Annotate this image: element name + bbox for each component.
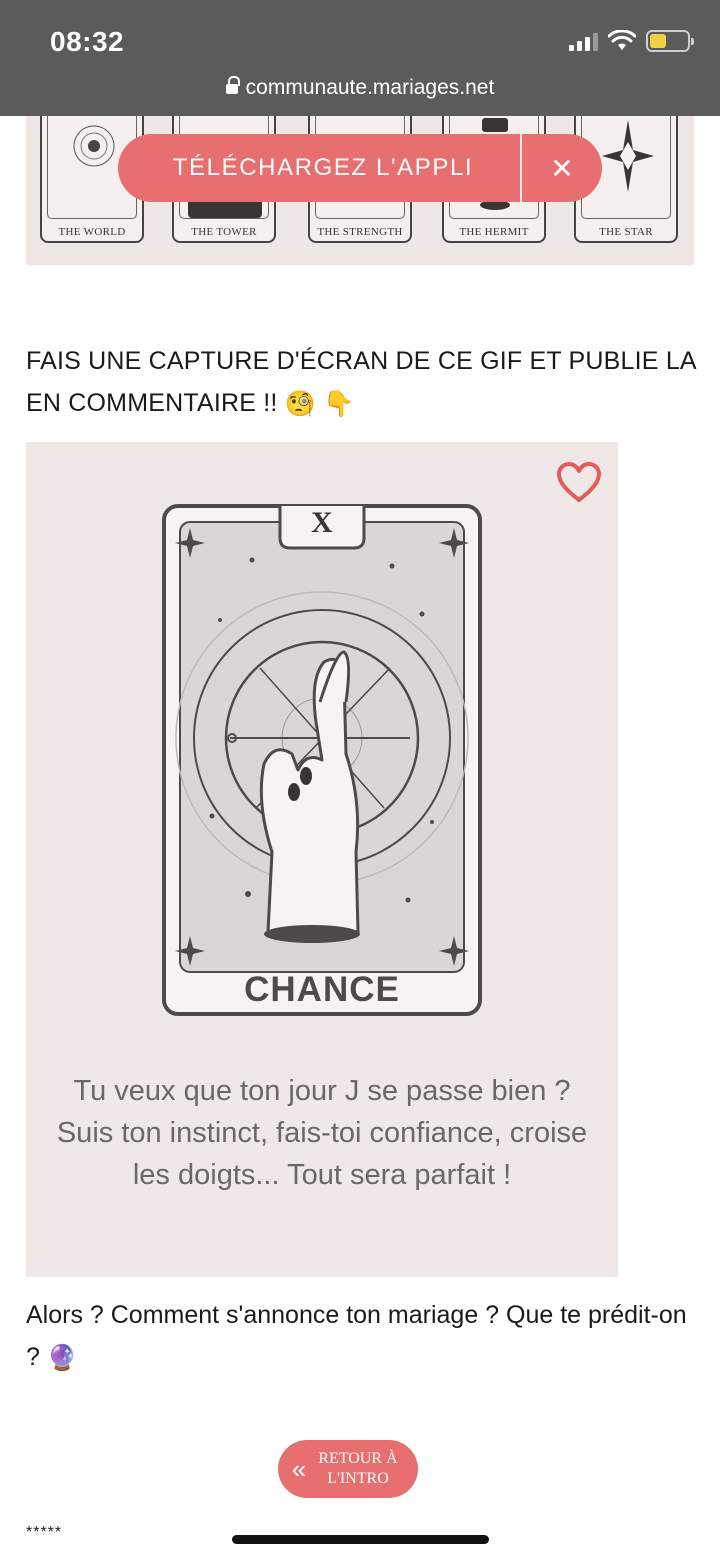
post-headline: FAIS UNE CAPTURE D'ÉCRAN DE CE GIF ET PU… [26,340,696,425]
battery-icon [646,30,694,52]
double-chevron-left-icon: « [291,1453,307,1484]
cellular-signal-icon [569,31,598,51]
tarot-mini-caption: THE STAR [599,226,653,238]
app-download-banner[interactable]: TÉLÉCHARGEZ L'APPLI ✕ [118,134,602,202]
back-to-intro-label: RETOUR À L'INTRO [318,1450,398,1487]
url-text: communaute.mariages.net [245,76,495,99]
tarot-gif-image: X CHANCE Tu veux que ton jour J se passe… [26,442,618,1277]
back-to-intro-button[interactable]: « RETOUR À L'INTRO [278,1440,418,1498]
download-app-button[interactable]: TÉLÉCHARGEZ L'APPLI [118,154,520,182]
status-time: 08:32 [50,26,125,57]
monocle-face-emoji-icon: 🧐 [284,390,317,419]
home-indicator[interactable] [232,1535,489,1544]
crystal-ball-emoji-icon: 🔮 [46,1344,78,1373]
headline-text: FAIS UNE CAPTURE D'ÉCRAN DE CE GIF ET PU… [26,347,696,417]
status-icons [569,30,694,52]
post-question: Alors ? Comment s'annonce ton mariage ? … [26,1294,696,1379]
banner-divider [520,134,522,202]
close-icon[interactable]: ✕ [522,134,602,202]
tarot-mini-caption: THE HERMIT [459,226,529,238]
tarot-card-text: Tu veux que ton jour J se passe bien ? S… [56,1075,588,1191]
wifi-icon [608,30,636,50]
tarot-mini-caption: THE WORLD [58,226,126,238]
lock-icon [225,76,240,95]
question-text: Alors ? Comment s'annonce ton mariage ? … [26,1301,687,1371]
pointing-down-emoji-icon: 👇 [323,390,355,419]
tarot-card-numeral: X [311,506,333,539]
browser-chrome: 08:32 communaute.mariages.net [0,0,720,116]
tarot-card-illustration [162,504,482,1016]
tarot-mini-caption: THE STRENGTH [317,226,403,238]
url-bar[interactable]: communaute.mariages.net [0,76,720,100]
tarot-card-title: CHANCE [244,970,400,1009]
heart-icon [557,462,601,502]
footer-text: ***** [26,1524,63,1541]
tarot-mini-caption: THE TOWER [191,226,257,238]
